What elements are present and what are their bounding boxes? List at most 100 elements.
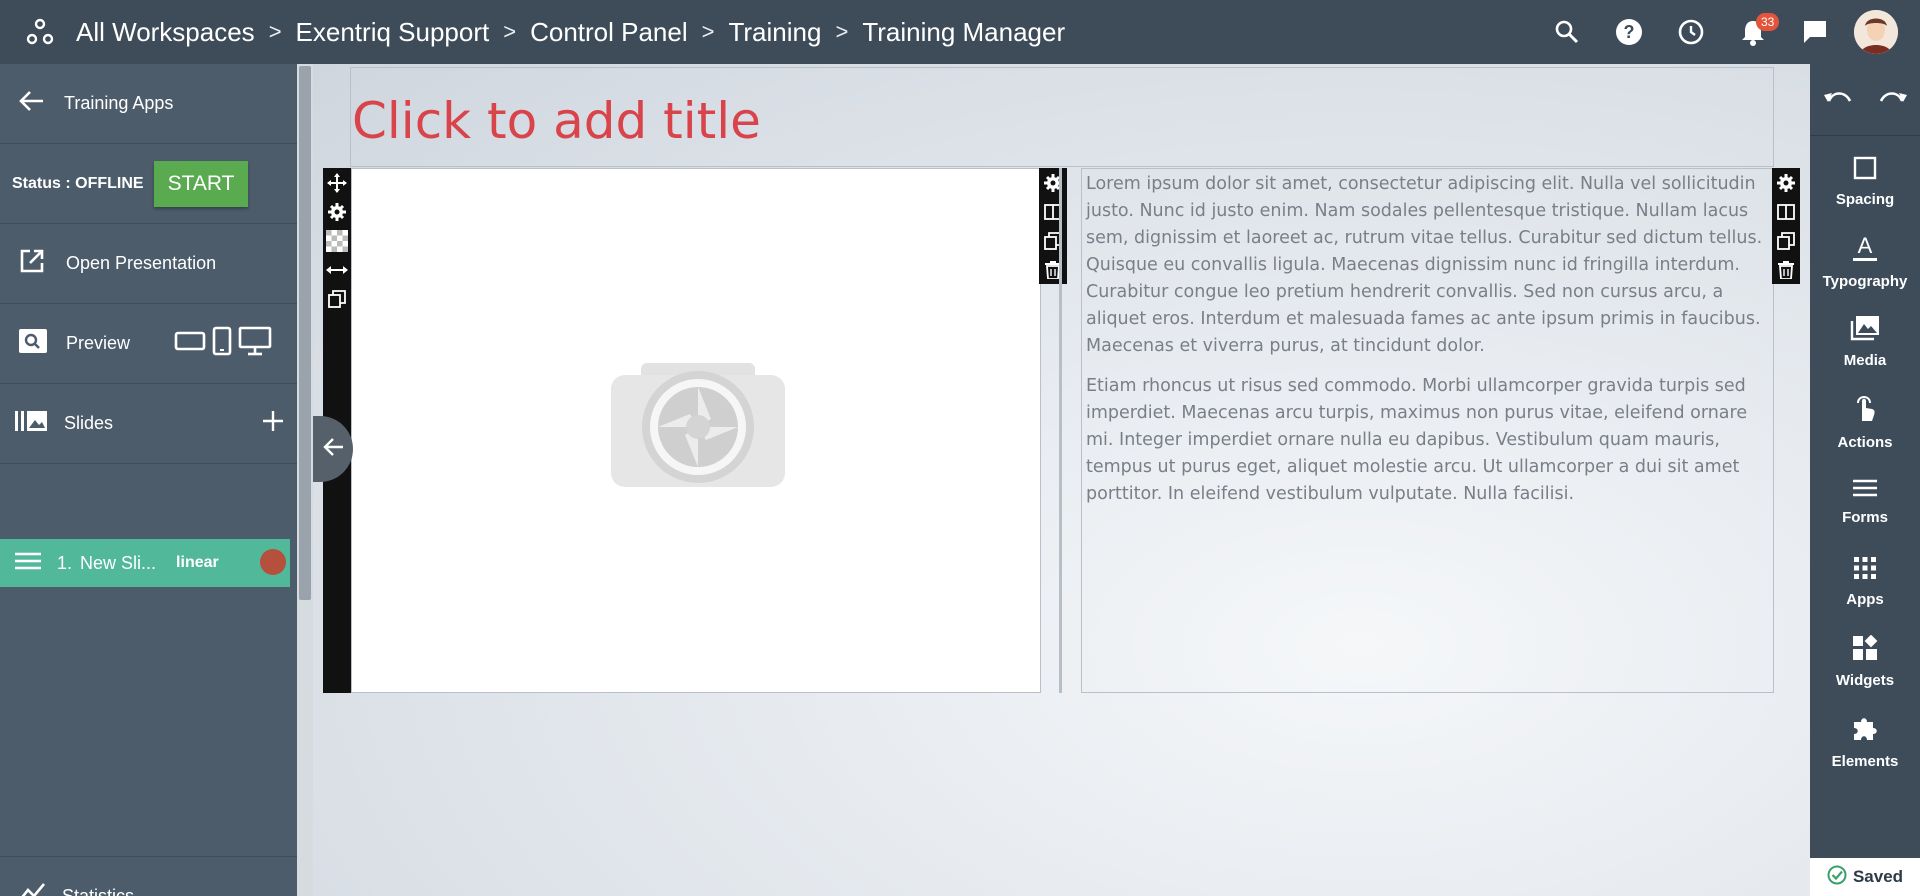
- slides-library-icon: [14, 409, 48, 438]
- tool-label: Spacing: [1835, 191, 1895, 208]
- chevron-right-icon: >: [835, 19, 849, 44]
- back-to-training-apps[interactable]: Training Apps: [0, 64, 297, 144]
- tool-label: Typography: [1822, 273, 1908, 290]
- start-button[interactable]: START: [153, 160, 249, 207]
- redo-icon[interactable]: [1878, 87, 1908, 112]
- slide-status-dot[interactable]: [260, 549, 286, 575]
- arrow-left-icon: [322, 437, 344, 462]
- sidebar-back-label: Training Apps: [64, 93, 174, 113]
- preview-icon[interactable]: [18, 328, 48, 359]
- columns-icon[interactable]: [1772, 197, 1800, 226]
- tool-forms[interactable]: Forms: [1810, 462, 1920, 542]
- tool-media[interactable]: Media: [1810, 302, 1920, 382]
- tool-label: Actions: [1837, 434, 1893, 451]
- slide-mode: linear: [176, 554, 219, 571]
- search-icon[interactable]: [1536, 0, 1598, 64]
- svg-text:?: ?: [1624, 22, 1635, 42]
- camera-placeholder-icon: [611, 361, 785, 494]
- gear-icon[interactable]: [323, 197, 351, 226]
- right-tool-panel: Spacing A Typography Media Actions Forms…: [1810, 64, 1920, 896]
- spacing-icon: [1853, 156, 1877, 185]
- desktop-icon[interactable]: [238, 326, 272, 361]
- tool-label: Widgets: [1835, 672, 1895, 689]
- tool-label: Elements: [1831, 753, 1899, 770]
- slide-list-item[interactable]: 1. New Sli... linear: [0, 539, 290, 587]
- chevron-right-icon: >: [701, 19, 715, 44]
- move-icon[interactable]: [323, 168, 351, 197]
- forms-icon: [1852, 478, 1878, 503]
- notifications-badge: 33: [1756, 13, 1780, 31]
- breadcrumb-item[interactable]: Training: [728, 17, 821, 48]
- tool-actions[interactable]: Actions: [1810, 382, 1920, 462]
- chevron-right-icon: >: [503, 19, 517, 44]
- typography-icon: A: [1852, 233, 1878, 267]
- external-link-icon: [18, 247, 46, 280]
- resize-horizontal-icon[interactable]: [323, 255, 351, 284]
- paragraph[interactable]: Lorem ipsum dolor sit amet, consectetur …: [1086, 171, 1769, 360]
- puzzle-icon: [1851, 714, 1879, 747]
- sidebar: Training Apps Status : OFFLINE START Ope…: [0, 64, 297, 896]
- arrow-left-icon: [18, 90, 44, 117]
- breadcrumb-item-current[interactable]: Training Manager: [862, 17, 1065, 48]
- column-toolbar: [1039, 168, 1067, 284]
- chevron-right-icon: >: [268, 19, 282, 44]
- preview-row: Preview: [0, 304, 297, 384]
- status-row: Status : OFFLINE START: [0, 144, 297, 224]
- duplicate-icon[interactable]: [323, 284, 351, 313]
- tool-widgets[interactable]: Widgets: [1810, 622, 1920, 702]
- help-icon[interactable]: ?: [1598, 0, 1660, 64]
- mobile-icon[interactable]: [212, 326, 232, 361]
- undo-icon[interactable]: [1823, 87, 1853, 112]
- sidebar-scrollbar-thumb[interactable]: [299, 66, 311, 600]
- history-icon[interactable]: [1660, 0, 1722, 64]
- title-placeholder[interactable]: Click to add title: [352, 92, 761, 150]
- status-label: Status : OFFLINE: [12, 174, 144, 192]
- tool-label: Media: [1843, 352, 1887, 369]
- open-presentation-row[interactable]: Open Presentation: [0, 224, 297, 304]
- open-presentation-label: Open Presentation: [66, 253, 217, 273]
- saved-status: Saved: [1810, 858, 1920, 896]
- touch-icon: [1853, 393, 1877, 428]
- saved-label: Saved: [1852, 867, 1904, 886]
- text-column[interactable]: Lorem ipsum dolor sit amet, consectetur …: [1081, 168, 1774, 693]
- statistics-label: Statistics: [62, 886, 135, 896]
- trash-icon[interactable]: [1772, 255, 1800, 284]
- paragraph[interactable]: Etiam rhoncus ut risus sed commodo. Morb…: [1086, 373, 1769, 508]
- breadcrumb-item[interactable]: Exentriq Support: [296, 17, 490, 48]
- tool-apps[interactable]: Apps: [1810, 542, 1920, 622]
- breadcrumb-item[interactable]: All Workspaces: [76, 17, 255, 48]
- tablet-landscape-icon[interactable]: [174, 330, 206, 357]
- tool-spacing[interactable]: Spacing: [1810, 142, 1920, 222]
- gear-icon[interactable]: [1039, 168, 1067, 197]
- trash-icon[interactable]: [1039, 255, 1067, 284]
- slide-number: 1.: [57, 552, 73, 573]
- transparency-icon[interactable]: [323, 226, 351, 255]
- chat-icon[interactable]: [1784, 0, 1846, 64]
- notifications-bell-icon[interactable]: 33: [1722, 0, 1784, 64]
- image-column[interactable]: [351, 168, 1041, 693]
- columns-icon[interactable]: [1039, 197, 1067, 226]
- column-toolbar: [1772, 168, 1800, 284]
- slide-name: New Sli...: [80, 552, 157, 573]
- column-divider[interactable]: [1059, 168, 1062, 693]
- media-icon: [1850, 315, 1880, 346]
- add-slide-icon[interactable]: [261, 409, 285, 438]
- drag-handle-icon[interactable]: [15, 552, 41, 575]
- slides-label: Slides: [64, 413, 114, 433]
- statistics-row[interactable]: Statistics: [0, 856, 297, 896]
- workspaces-icon[interactable]: [20, 12, 60, 52]
- preview-label: Preview: [66, 333, 131, 353]
- slides-row: Slides: [0, 384, 297, 464]
- avatar[interactable]: [1854, 10, 1898, 54]
- breadcrumb: All Workspaces > Exentriq Support > Cont…: [76, 17, 1065, 48]
- tool-elements[interactable]: Elements: [1810, 702, 1920, 782]
- statistics-icon: [18, 882, 46, 896]
- check-circle-icon: [1827, 865, 1847, 890]
- breadcrumb-item[interactable]: Control Panel: [530, 17, 688, 48]
- duplicate-icon[interactable]: [1039, 226, 1067, 255]
- tool-typography[interactable]: A Typography: [1810, 222, 1920, 302]
- tool-label: Apps: [1846, 591, 1884, 608]
- widgets-icon: [1852, 634, 1878, 666]
- gear-icon[interactable]: [1772, 168, 1800, 197]
- duplicate-icon[interactable]: [1772, 226, 1800, 255]
